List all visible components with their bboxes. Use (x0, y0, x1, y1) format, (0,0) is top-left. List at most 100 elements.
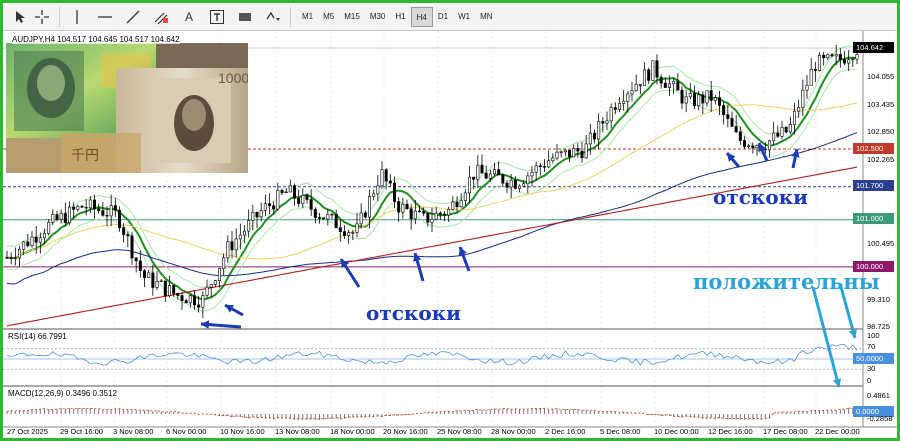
candle-body (292, 185, 296, 199)
candle-body (438, 212, 442, 215)
candle-body (480, 164, 484, 174)
candle-body (651, 60, 655, 81)
terminal-window: A M1 M5 M15 M30 H1 H4 D1 W1 MN 1000 千円 A… (0, 0, 900, 441)
candle-body (472, 176, 476, 180)
text-label-icon[interactable] (206, 6, 228, 28)
candle-body (226, 241, 230, 259)
x-axis-label: 28 Nov 00:00 (491, 427, 536, 436)
x-axis-label: 3 Nov 08:00 (113, 427, 154, 436)
candle-body (667, 83, 671, 88)
candle-body (592, 132, 596, 140)
timeframe-m30[interactable]: M30 (365, 7, 391, 27)
candle-body (555, 151, 559, 159)
candle-body (747, 145, 751, 147)
candle-body (84, 206, 88, 209)
candle-body (659, 76, 663, 84)
timeframe-d1[interactable]: D1 (433, 7, 453, 27)
candle-body (188, 295, 192, 304)
candle-body (405, 203, 409, 210)
candle-body (380, 169, 384, 187)
x-axis-label: 10 Dec 00:00 (654, 427, 699, 436)
candle-body (547, 160, 551, 168)
candle-body (205, 286, 209, 296)
rectangle-icon[interactable] (234, 6, 256, 28)
candle-body (193, 295, 197, 306)
candle-body (780, 126, 784, 137)
horizontal-line-icon[interactable] (94, 6, 116, 28)
candle-body (76, 205, 80, 210)
candle-body (172, 285, 176, 294)
candle-body (684, 96, 688, 104)
timeframe-w1[interactable]: W1 (453, 7, 475, 27)
candle-body (738, 131, 742, 141)
candle-body (413, 210, 417, 220)
cursor-icon[interactable] (9, 6, 31, 28)
timeframe-h1[interactable]: H1 (390, 7, 410, 27)
candle-body (451, 201, 455, 210)
toolbar-divider (59, 6, 60, 27)
timeframe-m1[interactable]: M1 (297, 7, 318, 27)
candle-body (59, 213, 63, 220)
candle-body (701, 94, 705, 104)
candle-body (209, 284, 213, 288)
candle-body (730, 118, 734, 127)
candle-body (313, 208, 317, 218)
candle-body (55, 214, 59, 220)
timeframe-h4[interactable]: H4 (410, 6, 433, 27)
timeframe-m5[interactable]: M5 (318, 7, 339, 27)
candle-body (767, 140, 771, 151)
candle-body (47, 221, 51, 234)
candle-body (13, 257, 17, 260)
candle-body (830, 54, 834, 57)
channel-icon[interactable] (150, 6, 172, 28)
shapes-dropdown-icon[interactable] (262, 6, 284, 28)
candle-body (247, 220, 251, 232)
candle-body (363, 212, 367, 218)
candle-body (388, 180, 392, 184)
candle-body (26, 241, 30, 246)
trendline-icon[interactable] (122, 6, 144, 28)
y-axis-label: 102.850 (867, 127, 895, 136)
candle-body (622, 101, 626, 104)
candle-body (338, 227, 342, 232)
candle-body (655, 60, 659, 78)
candle-body (484, 172, 488, 179)
crosshair-icon[interactable] (31, 6, 53, 28)
candle-body (717, 97, 721, 106)
candle-body (601, 121, 605, 124)
rsi-axis-label: 0 (867, 376, 872, 385)
candle-body (259, 210, 263, 218)
candle-body (522, 183, 526, 187)
candle-body (584, 143, 588, 159)
candle-body (34, 236, 38, 243)
candle-body (222, 257, 226, 269)
macd-axis-label: -0.2858 (867, 414, 893, 423)
candle-body (742, 140, 746, 147)
x-axis-label: 13 Nov 08:00 (275, 427, 320, 436)
candle-body (563, 149, 567, 153)
candle-body (542, 166, 546, 168)
candle-body (88, 199, 92, 209)
candle-body (672, 81, 676, 85)
candle-body (813, 69, 817, 71)
candle-body (442, 213, 446, 216)
x-axis-label: 2 Dec 16:00 (545, 427, 586, 436)
candle-body (663, 82, 667, 88)
candle-body (309, 199, 313, 210)
candle-body (68, 206, 72, 223)
timeframe-mn[interactable]: MN (475, 7, 497, 27)
candle-body (647, 69, 651, 81)
text-icon[interactable]: A (178, 6, 200, 28)
rebound-annotation: отскоки (713, 185, 808, 209)
candle-body (509, 179, 513, 188)
candle-body (359, 212, 363, 225)
candle-body (551, 157, 555, 162)
candle-body (9, 257, 13, 259)
candle-body (409, 208, 413, 220)
candle-body (218, 268, 222, 281)
timeframe-m15[interactable]: M15 (339, 7, 365, 27)
candle-body (317, 217, 321, 219)
x-axis-label: 17 Dec 08:00 (763, 427, 808, 436)
candle-body (517, 185, 521, 189)
vertical-line-icon[interactable] (66, 6, 88, 28)
